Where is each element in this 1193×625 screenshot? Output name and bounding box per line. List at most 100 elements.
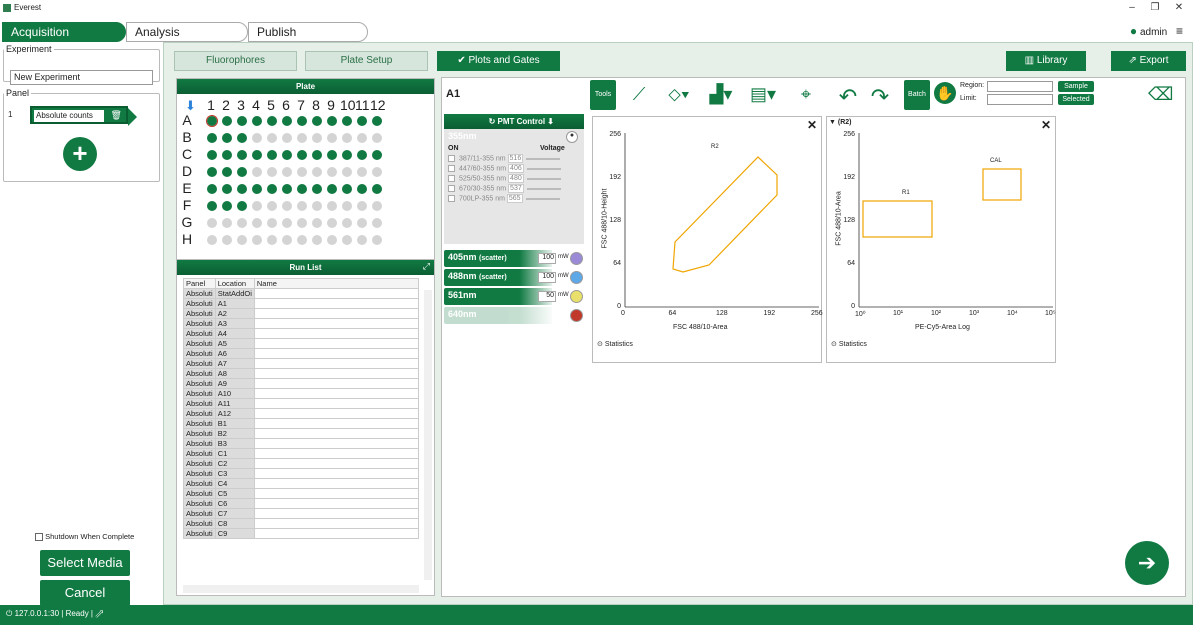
table-row[interactable]: Absoluti A8 [183, 368, 420, 379]
table-row[interactable]: Absoluti A11 [183, 398, 420, 409]
table-row[interactable]: Absoluti A12 [183, 408, 420, 419]
plate-well[interactable] [282, 235, 292, 245]
plate-row-label[interactable]: F [181, 197, 193, 213]
tab-publish[interactable]: Publish [248, 22, 368, 42]
plate-well[interactable] [252, 167, 262, 177]
plate-well[interactable] [282, 116, 292, 126]
plate-well[interactable] [297, 201, 307, 211]
plate-column-label[interactable]: 1 [205, 97, 217, 113]
cancel-button[interactable]: Cancel [40, 580, 130, 606]
plate-well[interactable] [312, 167, 322, 177]
plate-column-label[interactable]: 7 [295, 97, 307, 113]
plate-well[interactable] [342, 218, 352, 228]
pmt-voltage[interactable]: 480 [508, 174, 524, 184]
table-row[interactable]: Absoluti A2 [183, 308, 420, 319]
plate-well[interactable] [207, 201, 217, 211]
plate-well[interactable] [237, 235, 247, 245]
hamburger-icon[interactable]: ≡ [1176, 24, 1183, 38]
plate-well[interactable] [267, 184, 277, 194]
plate-well[interactable] [297, 184, 307, 194]
laser-power-input[interactable]: 50 [538, 291, 556, 302]
library-button[interactable]: ▥ Library [1006, 51, 1086, 71]
select-media-button[interactable]: Select Media [40, 550, 130, 576]
pmt-voltage[interactable]: 406 [508, 164, 524, 174]
plate-well[interactable] [327, 150, 337, 160]
plate-well[interactable] [267, 201, 277, 211]
plate-well[interactable] [222, 184, 232, 194]
plate-column-label[interactable]: 3 [235, 97, 247, 113]
plate-well[interactable] [327, 133, 337, 143]
plate-well[interactable] [312, 201, 322, 211]
clear-plots-icon[interactable]: ⌫ [1148, 84, 1173, 108]
plate-well[interactable] [207, 235, 217, 245]
plate-well[interactable] [357, 235, 367, 245]
plate-column-label[interactable]: 4 [250, 97, 262, 113]
plate-well[interactable] [282, 167, 292, 177]
pmt-channel[interactable]: 387/11-355 nm 516 [448, 154, 580, 164]
plate-column-label[interactable]: 12 [370, 97, 386, 113]
plate-well[interactable] [297, 150, 307, 160]
laser-toggle-icon[interactable] [570, 290, 583, 303]
table-row[interactable]: Absoluti C7 [183, 508, 420, 519]
plate-column-label[interactable]: 6 [280, 97, 292, 113]
checkbox-box[interactable] [448, 195, 455, 202]
table-row[interactable]: Absoluti C2 [183, 458, 420, 469]
limit-input[interactable] [987, 94, 1053, 105]
panel-item[interactable]: Absolute counts 🗑 [30, 106, 128, 124]
plate-well[interactable] [357, 218, 367, 228]
plate-well[interactable] [372, 184, 382, 194]
plate-well[interactable] [297, 133, 307, 143]
plate-well[interactable] [342, 184, 352, 194]
plate-column-label[interactable]: 8 [310, 97, 322, 113]
tab-acquisition[interactable]: Acquisition [2, 22, 126, 42]
plate-row-label[interactable]: A [181, 112, 193, 128]
plate-well[interactable] [357, 150, 367, 160]
pmt-voltage[interactable]: 516 [507, 154, 524, 164]
plate-well[interactable] [207, 167, 217, 177]
plate-well[interactable] [327, 218, 337, 228]
plate-well[interactable] [252, 150, 262, 160]
open-external-icon[interactable]: ⇗ [95, 609, 103, 618]
table-row[interactable]: Absoluti C5 [183, 488, 420, 499]
user-menu[interactable]: ● admin ≡ [1130, 24, 1183, 38]
plate-well[interactable] [237, 167, 247, 177]
laser-toggle-icon[interactable] [570, 271, 583, 284]
tab-fluorophores[interactable]: Fluorophores [174, 51, 297, 71]
plate-well[interactable] [237, 184, 247, 194]
plate-well[interactable] [372, 201, 382, 211]
redo-icon[interactable]: ↷ [868, 84, 892, 109]
laser-toggle-icon[interactable] [570, 252, 583, 265]
plot-2[interactable]: ▼ (R2) ✕ R1 CAL 0 64 128 192 256 10⁰ 10¹ 10² 10… [826, 116, 1056, 363]
plate-well[interactable] [312, 116, 322, 126]
table-row[interactable]: Absoluti A1 [183, 298, 420, 309]
checkbox-box[interactable] [448, 175, 455, 182]
run-forward-button[interactable]: ➔ [1125, 541, 1169, 585]
col-name[interactable]: Name [253, 278, 420, 289]
plate-well[interactable] [372, 167, 382, 177]
shutdown-checkbox[interactable]: Shutdown When Complete [35, 532, 134, 542]
table-row[interactable]: Absoluti C6 [183, 498, 420, 509]
plate-well[interactable] [222, 116, 232, 126]
plate-well[interactable] [267, 133, 277, 143]
plate-well[interactable] [327, 167, 337, 177]
plate-row-label[interactable]: H [181, 231, 193, 247]
run-list-scrollbar[interactable] [424, 290, 432, 580]
voltage-slider[interactable] [526, 187, 561, 190]
plate-well[interactable] [207, 184, 217, 194]
plate-well[interactable] [267, 235, 277, 245]
laser-power-input[interactable]: 100 [538, 272, 556, 283]
plate-well[interactable] [252, 116, 262, 126]
plate-well[interactable] [252, 133, 262, 143]
restore-button[interactable]: ❐ [1146, 2, 1164, 13]
plate-well[interactable] [252, 235, 262, 245]
plate-well[interactable] [237, 116, 247, 126]
hand-stop-icon[interactable]: ✋ [934, 82, 956, 104]
plate-well[interactable] [297, 218, 307, 228]
table-row[interactable]: Absoluti A5 [183, 338, 420, 349]
plate-well[interactable] [207, 133, 217, 143]
tab-plots-and-gates[interactable]: ✔ Plots and Gates [437, 51, 560, 71]
plate-well[interactable] [252, 201, 262, 211]
checkbox-box[interactable] [448, 165, 455, 172]
plate-well[interactable] [237, 201, 247, 211]
plate-well[interactable] [297, 167, 307, 177]
